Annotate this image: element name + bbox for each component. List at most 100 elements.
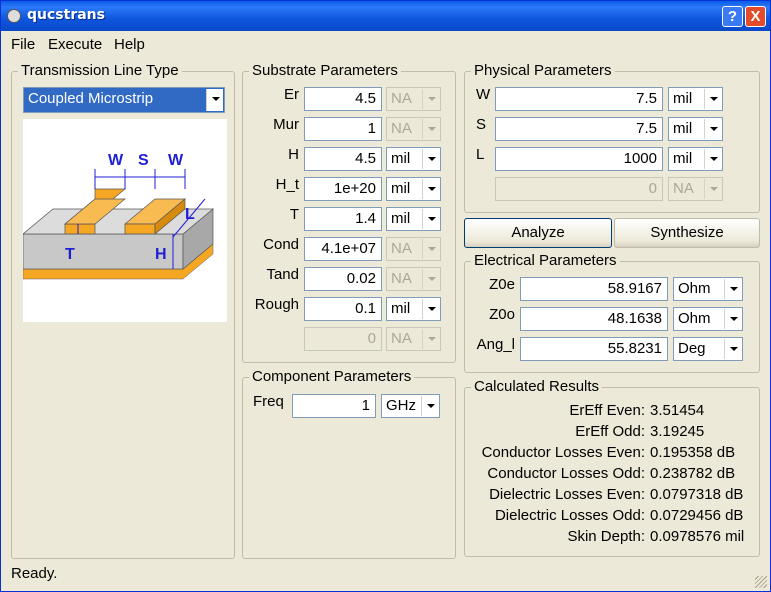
chevron-down-icon[interactable] (724, 339, 741, 359)
physical-unit-s[interactable]: mil (668, 117, 723, 141)
chevron-down-icon[interactable] (421, 396, 438, 416)
physical-unit-s-value: mil (673, 120, 693, 137)
menu-file[interactable]: File (11, 36, 35, 53)
substrate-label-er: Er (284, 86, 299, 103)
dim-label-w1: W (108, 152, 124, 169)
analyze-button[interactable]: Analyze (464, 218, 612, 248)
freq-input[interactable]: 1 (292, 394, 376, 418)
electrical-unit-z0o-value: Ohm (678, 310, 711, 327)
physical-input-l[interactable]: 1000 (495, 147, 663, 171)
electrical-unit-ang_l-value: Deg (678, 340, 706, 357)
electrical-input-z0e[interactable]: 58.9167 (520, 277, 668, 301)
electrical-input-ang_l[interactable]: 55.8231 (520, 337, 668, 361)
result-label: Skin Depth: (567, 528, 645, 545)
result-value: 3.51454 (650, 402, 705, 419)
substrate-unit-er: NA (386, 87, 441, 111)
result-label: Dielectric Losses Odd: (494, 507, 645, 524)
substrate-unit-mur: NA (386, 117, 441, 141)
dim-label-t: T (65, 246, 75, 263)
substrate-unit-h_t[interactable]: mil (386, 177, 441, 201)
chevron-down-icon (422, 239, 439, 259)
physical-unit-extra: NA (668, 177, 723, 201)
substrate-input-t[interactable]: 1.4 (304, 207, 382, 231)
freq-label: Freq (253, 393, 284, 410)
electrical-label-z0e: Z0e (489, 276, 515, 293)
physical-input-w[interactable]: 7.5 (495, 87, 663, 111)
electrical-unit-z0e-value: Ohm (678, 280, 711, 297)
result-label: Dielectric Losses Even: (489, 486, 645, 503)
electrical-unit-z0e[interactable]: Ohm (673, 277, 743, 301)
substrate-unit-extra: NA (386, 327, 441, 351)
chevron-down-icon (704, 179, 721, 199)
substrate-input-tand[interactable]: 0.02 (304, 267, 382, 291)
substrate-label-mur: Mur (273, 116, 299, 133)
menu-execute[interactable]: Execute (48, 36, 102, 53)
substrate-input-er[interactable]: 4.5 (304, 87, 382, 111)
line-type-select[interactable]: Coupled Microstrip (23, 87, 225, 113)
title-bar[interactable]: qucstrans ? X (1, 1, 770, 31)
physical-label-w: W (476, 86, 491, 103)
substrate-label-cond: Cond (263, 236, 299, 253)
freq-unit-select[interactable]: GHz (381, 394, 440, 418)
chevron-down-icon (422, 119, 439, 139)
substrate-label-rough: Rough (254, 296, 299, 313)
electrical-label-z0o: Z0o (489, 306, 515, 323)
physical-unit-l[interactable]: mil (668, 147, 723, 171)
dim-label-w2: W (168, 152, 184, 169)
substrate-input-cond[interactable]: 4.1e+07 (304, 237, 382, 261)
strip-right-front (124, 223, 156, 235)
substrate-input-extra: 0 (304, 327, 382, 351)
dim-label-l: L (185, 206, 195, 223)
result-label: Conductor Losses Even: (481, 444, 645, 461)
electrical-input-z0o[interactable]: 48.1638 (520, 307, 668, 331)
physical-input-s[interactable]: 7.5 (495, 117, 663, 141)
app-icon (7, 9, 21, 23)
electrical-unit-z0o[interactable]: Ohm (673, 307, 743, 331)
help-button[interactable]: ? (722, 6, 743, 27)
resize-grip-icon[interactable] (755, 576, 767, 588)
chevron-down-icon[interactable] (724, 309, 741, 329)
physical-unit-w[interactable]: mil (668, 87, 723, 111)
coupled-microstrip-diagram: W S W L T H (22, 119, 227, 322)
line-type-value: Coupled Microstrip (28, 90, 154, 107)
chevron-down-icon[interactable] (422, 209, 439, 229)
transmission-line-title: Transmission Line Type (18, 62, 182, 79)
chevron-down-icon[interactable] (724, 279, 741, 299)
electrical-unit-ang_l[interactable]: Deg (673, 337, 743, 361)
result-value: 0.238782 dB (650, 465, 736, 482)
substrate-unit-tand: NA (386, 267, 441, 291)
substrate-unit-rough[interactable]: mil (386, 297, 441, 321)
chevron-down-icon[interactable] (206, 89, 223, 111)
substrate-input-mur[interactable]: 1 (304, 117, 382, 141)
substrate-unit-t[interactable]: mil (386, 207, 441, 231)
close-button[interactable]: X (745, 6, 766, 27)
substrate-unit-h[interactable]: mil (386, 147, 441, 171)
chevron-down-icon[interactable] (704, 149, 721, 169)
chevron-down-icon (422, 89, 439, 109)
substrate-input-rough[interactable]: 0.1 (304, 297, 382, 321)
physical-unit-extra-value: NA (673, 180, 694, 197)
chevron-down-icon[interactable] (422, 299, 439, 319)
physical-title: Physical Parameters (471, 62, 615, 79)
menu-bar: File Execute Help (1, 33, 770, 57)
diagram-svg: W S W L T H (22, 152, 214, 280)
chevron-down-icon[interactable] (704, 89, 721, 109)
chevron-down-icon (422, 269, 439, 289)
substrate-input-h[interactable]: 4.5 (304, 147, 382, 171)
substrate-input-h_t[interactable]: 1e+20 (304, 177, 382, 201)
physical-unit-l-value: mil (673, 150, 693, 167)
synthesize-button[interactable]: Synthesize (614, 218, 760, 248)
physical-label-s: S (476, 116, 487, 133)
chevron-down-icon[interactable] (704, 119, 721, 139)
result-label: ErEff Even: (569, 402, 645, 419)
result-value: 0.0797318 dB (650, 486, 744, 503)
chevron-down-icon[interactable] (422, 149, 439, 169)
electrical-label-ang_l: Ang_l (476, 336, 515, 353)
result-label: ErEff Odd: (575, 423, 645, 440)
substrate-label-h: H (288, 146, 299, 163)
chevron-down-icon[interactable] (422, 179, 439, 199)
menu-help[interactable]: Help (114, 36, 145, 53)
result-label: Conductor Losses Odd: (487, 465, 645, 482)
substrate-label-h_t: H_t (275, 176, 299, 193)
result-value: 3.19245 (650, 423, 705, 440)
